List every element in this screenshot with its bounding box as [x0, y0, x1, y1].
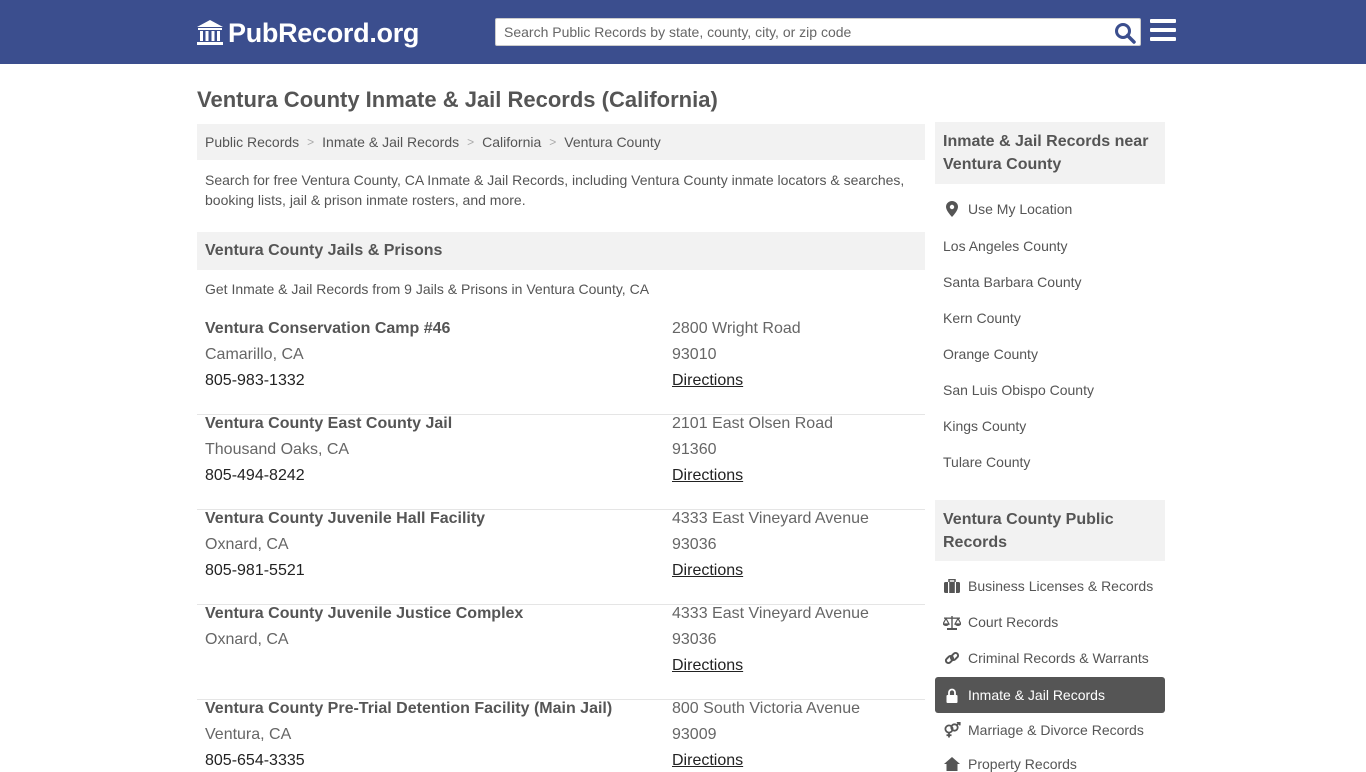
facility-zip: 93036 [672, 536, 717, 553]
directions-link[interactable]: Directions [672, 752, 743, 770]
facility-address: 2800 Wright Road [672, 320, 801, 337]
use-my-location-link[interactable]: Use My Location [943, 201, 1072, 217]
sidebar-item-marriage-divorce[interactable]: Marriage & Divorce Records [943, 722, 1144, 738]
breadcrumb-ventura-county[interactable]: Ventura County [564, 134, 661, 150]
facility-address: 800 South Victoria Avenue [672, 700, 860, 717]
nearby-county-link[interactable]: Los Angeles County [943, 238, 1068, 254]
map-pin-icon [943, 201, 961, 217]
nearby-county-link[interactable]: Kern County [943, 310, 1021, 326]
facility-city: Oxnard, CA [205, 631, 289, 648]
section-title: Ventura County Jails & Prisons [197, 232, 925, 270]
sidebar-item-label: Criminal Records & Warrants [968, 650, 1149, 666]
sidebar-item-business-licenses[interactable]: Business Licenses & Records [943, 578, 1153, 594]
nearby-county-link[interactable]: Santa Barbara County [943, 274, 1082, 290]
facility-city: Thousand Oaks, CA [205, 441, 350, 458]
section-subtitle: Get Inmate & Jail Records from 9 Jails &… [205, 281, 650, 297]
facility-name: Ventura County Pre-Trial Detention Facil… [205, 700, 613, 717]
facility-listing: Ventura Conservation Camp #46 Camarillo,… [197, 320, 925, 415]
facility-phone[interactable]: 805-654-3335 [205, 752, 305, 770]
breadcrumb: Public Records > Inmate & Jail Records >… [197, 124, 925, 160]
nearby-county-link[interactable]: Tulare County [943, 454, 1030, 470]
nearby-county-link[interactable]: Orange County [943, 346, 1038, 362]
gender-icon [943, 722, 961, 738]
sidebar-item-court-records[interactable]: Court Records [943, 614, 1058, 630]
facility-phone[interactable]: 805-494-8242 [205, 467, 305, 485]
facility-zip: 93010 [672, 346, 717, 363]
facility-name: Ventura County Juvenile Hall Facility [205, 510, 486, 527]
facility-zip: 93009 [672, 726, 717, 743]
facility-phone[interactable]: 805-981-5521 [205, 562, 305, 580]
directions-link[interactable]: Directions [672, 467, 743, 485]
intro-text: Search for free Ventura County, CA Inmat… [205, 172, 905, 208]
page-title: Ventura County Inmate & Jail Records (Ca… [197, 87, 718, 112]
sidebar-item-label: Inmate & Jail Records [968, 687, 1105, 703]
breadcrumb-separator: > [467, 135, 475, 149]
facility-listing: Ventura County Juvenile Justice Complex … [197, 605, 925, 700]
facility-listing: Ventura County Juvenile Hall Facility Ox… [197, 510, 925, 605]
sidebar-item-label: Court Records [968, 614, 1059, 630]
sidebar-item-label: Marriage & Divorce Records [968, 722, 1144, 738]
nearby-county-link[interactable]: Kings County [943, 418, 1026, 434]
directions-link[interactable]: Directions [672, 562, 743, 580]
breadcrumb-separator: > [307, 135, 315, 149]
lock-icon [943, 687, 961, 703]
home-icon [943, 756, 961, 772]
search-input[interactable] [496, 19, 1106, 45]
facility-phone[interactable]: 805-983-1332 [205, 372, 305, 390]
hamburger-menu-icon[interactable] [1150, 19, 1176, 43]
top-navbar: PubRecord.org [0, 0, 1366, 64]
nearby-records-heading: Inmate & Jail Records near Ventura Count… [935, 122, 1165, 184]
facility-listing: Ventura County Pre-Trial Detention Facil… [197, 700, 925, 770]
sidebar-item-label: Business Licenses & Records [968, 578, 1154, 594]
facility-city: Camarillo, CA [205, 346, 304, 363]
briefcase-icon [943, 578, 961, 594]
breadcrumb-separator: > [549, 135, 557, 149]
sidebar-item-label: Property Records [968, 756, 1077, 772]
facility-zip: 93036 [672, 631, 717, 648]
sidebar-item-property-records[interactable]: Property Records [943, 756, 1077, 772]
directions-link[interactable]: Directions [672, 657, 743, 675]
facility-zip: 91360 [672, 441, 717, 458]
search-box [495, 18, 1141, 46]
link-icon [943, 650, 961, 666]
nearby-county-link[interactable]: San Luis Obispo County [943, 382, 1094, 398]
breadcrumb-california[interactable]: California [482, 134, 541, 150]
facility-city: Ventura, CA [205, 726, 292, 743]
breadcrumb-inmate-jail-records[interactable]: Inmate & Jail Records [322, 134, 459, 150]
scales-icon [943, 614, 961, 630]
search-icon[interactable] [1114, 22, 1136, 44]
sidebar-item-inmate-jail-records[interactable]: Inmate & Jail Records [935, 677, 1165, 713]
facility-address: 4333 East Vineyard Avenue [672, 605, 869, 622]
use-my-location-label: Use My Location [968, 201, 1073, 217]
directions-link[interactable]: Directions [672, 372, 743, 390]
site-logo[interactable]: PubRecord.org [196, 18, 419, 48]
sidebar-item-criminal-records[interactable]: Criminal Records & Warrants [943, 650, 1149, 666]
facility-listing: Ventura County East County Jail Thousand… [197, 415, 925, 510]
breadcrumb-public-records[interactable]: Public Records [205, 134, 299, 150]
facility-name: Ventura Conservation Camp #46 [205, 320, 451, 337]
public-records-heading: Ventura County Public Records [935, 500, 1165, 561]
facility-city: Oxnard, CA [205, 536, 289, 553]
site-logo-text: PubRecord.org [228, 17, 420, 48]
facility-address: 4333 East Vineyard Avenue [672, 510, 869, 527]
courthouse-icon [197, 20, 223, 45]
facility-name: Ventura County Juvenile Justice Complex [205, 605, 524, 622]
facility-name: Ventura County East County Jail [205, 415, 453, 432]
facility-address: 2101 East Olsen Road [672, 415, 833, 432]
